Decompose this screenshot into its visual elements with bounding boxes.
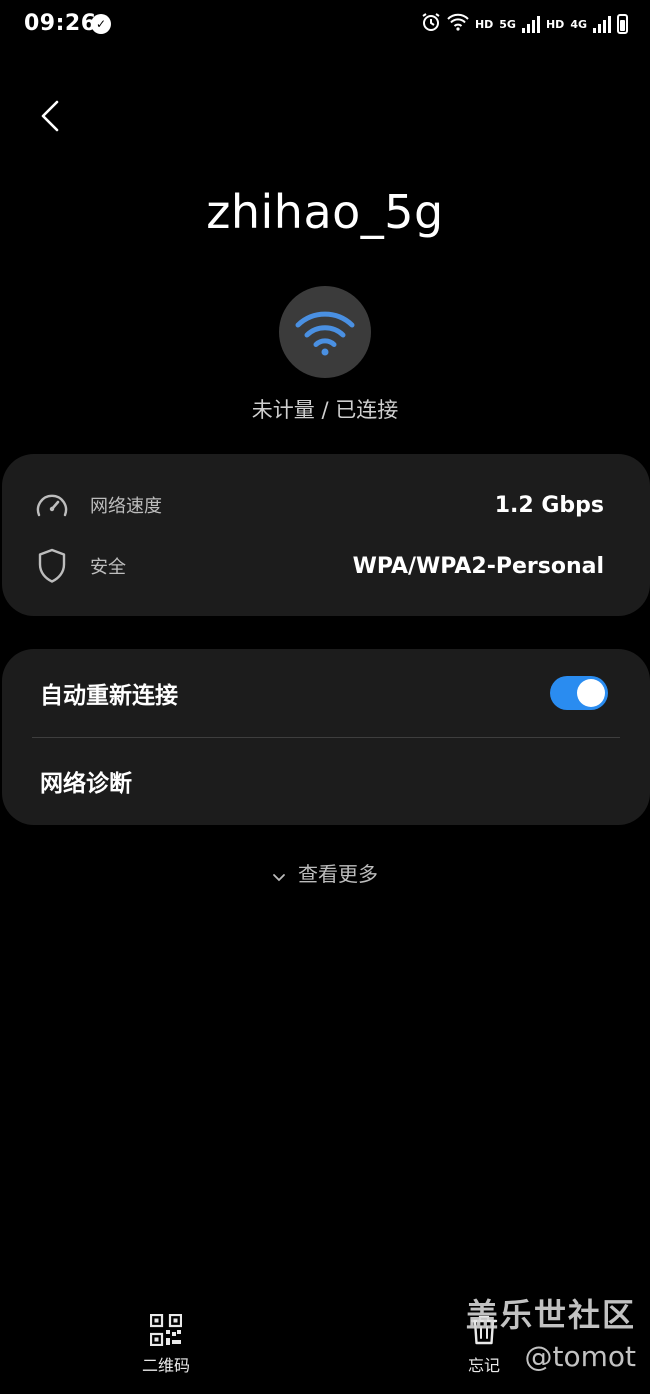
qr-code-label: 二维码: [141, 1356, 190, 1375]
see-more-label: 查看更多: [298, 862, 378, 886]
auto-reconnect-toggle[interactable]: [550, 676, 608, 710]
speed-label: 网络速度: [90, 496, 162, 517]
speed-row: 网络速度 1.2 Gbps: [2, 480, 650, 530]
community-watermark: 盖乐世社区 @tomot: [466, 1290, 636, 1373]
auto-reconnect-label: 自动重新连接: [40, 683, 178, 709]
toggle-knob: [577, 679, 605, 707]
auto-reconnect-row[interactable]: 自动重新连接: [40, 663, 618, 723]
speed-value: 1.2 Gbps: [494, 492, 604, 518]
see-more-button[interactable]: 查看更多: [0, 858, 650, 888]
network-diagnose-label: 网络诊断: [40, 771, 132, 797]
wifi-status-icon: [447, 13, 469, 35]
divider: [32, 737, 620, 738]
wifi-icon-circle: [279, 286, 371, 378]
shield-icon: [34, 548, 70, 584]
signal-icon-2: [593, 15, 611, 33]
notification-icon: ✓: [91, 14, 111, 34]
status-time: 09:26: [24, 11, 97, 36]
watermark-user: @tomot: [524, 1340, 637, 1373]
security-label: 安全: [90, 557, 126, 578]
network-name-title: zhihao_5g: [206, 185, 444, 239]
network-type-5g: 5G: [499, 17, 516, 31]
qr-code-icon: [121, 1312, 211, 1348]
hd-label-1: HD: [474, 17, 494, 31]
network-info-card: 网络速度 1.2 Gbps 安全 WPA/WPA2-Personal: [2, 454, 650, 616]
wifi-icon: [295, 311, 355, 356]
battery-icon: [617, 14, 628, 34]
network-type-4g: 4G: [570, 17, 587, 31]
signal-icon: [521, 15, 540, 33]
watermark-brand: 盖乐世社区: [465, 1296, 636, 1334]
status-icons: HD 5G HD 4G: [421, 12, 628, 36]
network-diagnose-row[interactable]: 网络诊断: [40, 751, 618, 811]
chevron-down-icon: [272, 864, 286, 888]
hd-label-2: HD: [545, 17, 565, 31]
status-bar: 09:26 ✓ HD 5G HD 4G: [0, 0, 650, 50]
alarm-icon: [421, 12, 441, 36]
chevron-left-icon: [41, 100, 59, 132]
network-settings-card: 自动重新连接 网络诊断: [2, 649, 650, 825]
speedometer-icon: [34, 487, 70, 523]
back-button[interactable]: [28, 94, 72, 138]
security-value: WPA/WPA2-Personal: [352, 553, 604, 579]
security-row: 安全 WPA/WPA2-Personal: [2, 541, 650, 591]
connection-status: 未计量 / 已连接: [251, 398, 399, 422]
qr-code-button[interactable]: 二维码: [121, 1312, 211, 1376]
